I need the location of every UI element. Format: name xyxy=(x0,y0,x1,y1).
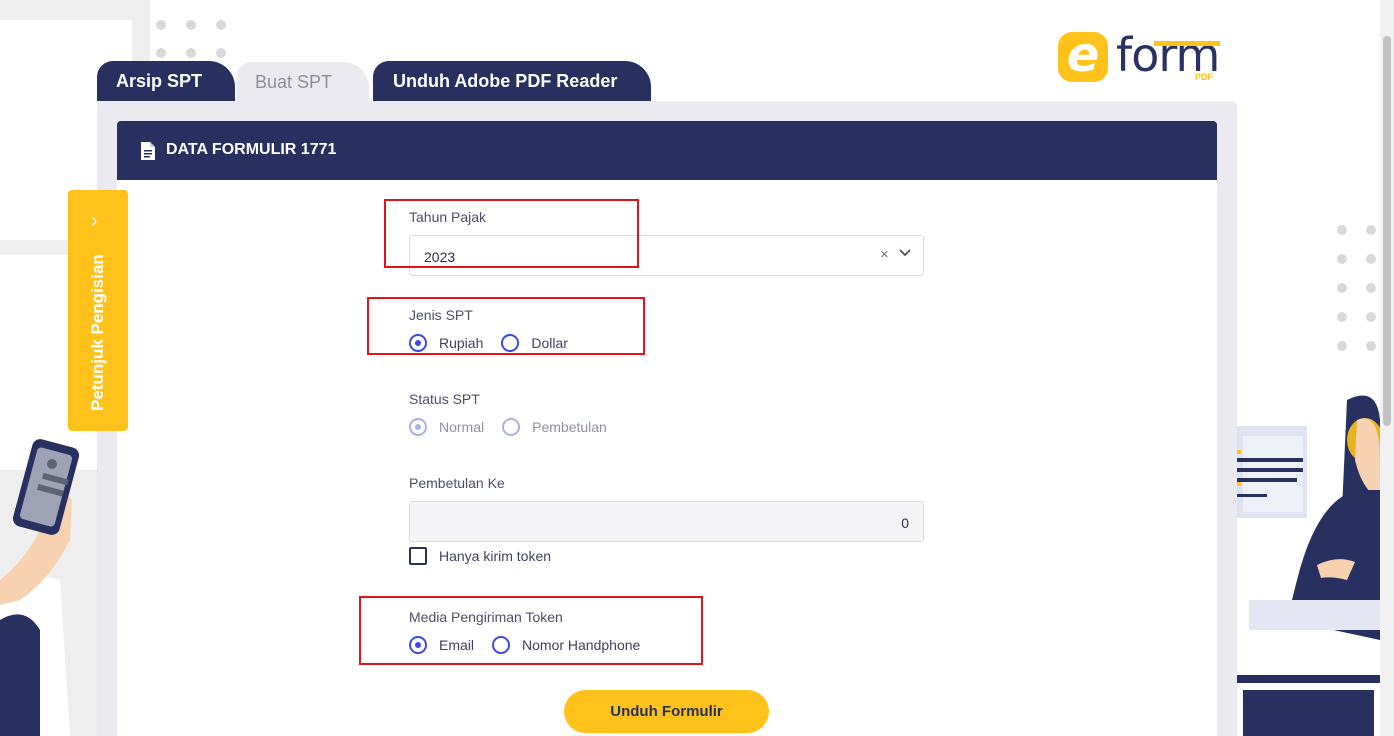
tab-unduh-adobe[interactable]: Unduh Adobe PDF Reader xyxy=(373,61,651,101)
radio-normal[interactable] xyxy=(409,418,427,436)
document-icon xyxy=(141,142,155,160)
scrollbar[interactable] xyxy=(1380,0,1394,736)
tab-arsip-spt[interactable]: Arsip SPT xyxy=(97,61,235,101)
tab-buat-spt[interactable]: Buat SPT xyxy=(236,62,369,102)
pembetulan-ke-value: 0 xyxy=(901,515,909,531)
hanya-kirim-token-row: Hanya kirim token xyxy=(409,547,551,565)
radio-label-pembetulan: Pembetulan xyxy=(532,419,607,435)
clear-icon[interactable]: × xyxy=(880,246,889,263)
support-agent-illustration xyxy=(1237,395,1380,736)
radio-pembetulan[interactable] xyxy=(502,418,521,436)
logo-tagline-bar xyxy=(1154,41,1220,46)
radio-label-normal: Normal xyxy=(439,419,485,435)
decorative-dots xyxy=(156,20,226,58)
chevron-down-icon[interactable] xyxy=(898,246,912,260)
highlight-box xyxy=(384,199,639,268)
status-spt-radio-group: Normal Pembetulan xyxy=(409,418,607,436)
side-tab-label: Petunjuk Pengisian xyxy=(88,254,107,411)
logo-e-mark: e xyxy=(1058,31,1108,82)
highlight-box xyxy=(359,596,703,665)
card-header: DATA FORMULIR 1771 xyxy=(117,121,1217,180)
pembetulan-ke-input[interactable]: 0 xyxy=(409,501,924,542)
chevron-right-icon: › xyxy=(91,210,98,232)
status-spt-label: Status SPT xyxy=(409,391,480,407)
unduh-formulir-button[interactable]: Unduh Formulir xyxy=(564,690,769,733)
scrollbar-thumb[interactable] xyxy=(1383,36,1391,426)
card-title: DATA FORMULIR 1771 xyxy=(166,141,337,158)
petunjuk-pengisian-tab[interactable]: › Petunjuk Pengisian xyxy=(68,190,128,431)
person-with-phone-illustration xyxy=(0,439,80,736)
highlight-box xyxy=(367,297,645,355)
decorative-dots xyxy=(1337,225,1376,351)
pembetulan-ke-label: Pembetulan Ke xyxy=(409,475,505,491)
hanya-kirim-token-checkbox[interactable] xyxy=(409,547,427,565)
hanya-kirim-token-label: Hanya kirim token xyxy=(439,548,552,564)
logo-pdf-label: PDF xyxy=(1195,72,1213,82)
eform-logo: e form PDF xyxy=(1058,28,1223,86)
